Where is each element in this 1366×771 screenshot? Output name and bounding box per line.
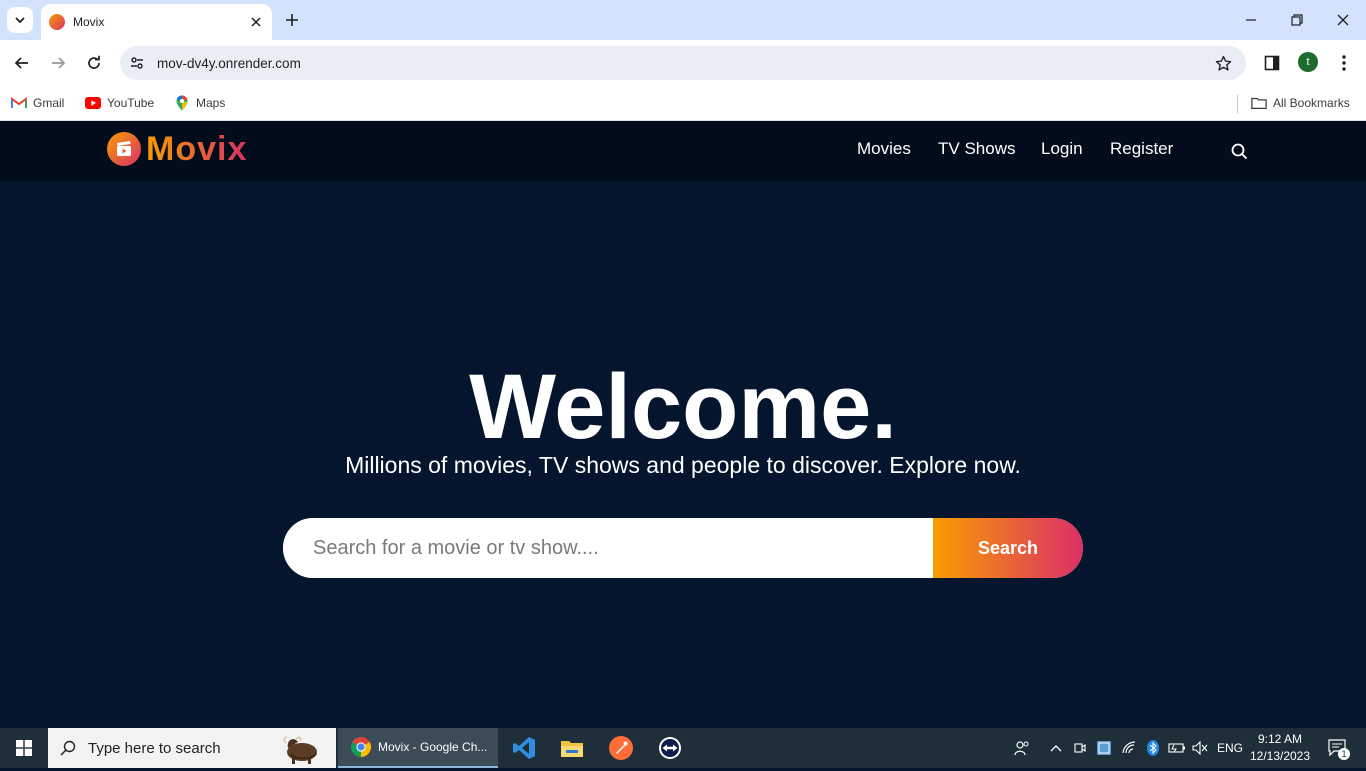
taskbar-chrome-label: Movix - Google Ch... bbox=[378, 740, 488, 754]
hero-search-button[interactable]: Search bbox=[933, 518, 1083, 578]
nav-login[interactable]: Login bbox=[1041, 139, 1083, 159]
bookmark-label: Gmail bbox=[33, 96, 65, 110]
site-info-icon[interactable] bbox=[126, 52, 148, 74]
windows-logo-icon bbox=[16, 740, 32, 756]
bookmark-label: Maps bbox=[196, 96, 226, 110]
chevron-down-icon bbox=[15, 17, 25, 24]
chrome-icon bbox=[350, 737, 372, 758]
browser-toolbar: mov-dv4y.onrender.com t bbox=[0, 40, 1366, 86]
bookmark-gmail[interactable]: Gmail bbox=[11, 92, 64, 114]
hero-search-input[interactable] bbox=[283, 518, 933, 578]
postman-icon bbox=[609, 736, 633, 760]
bluetooth-icon[interactable] bbox=[1143, 728, 1163, 768]
input-language[interactable]: ENG bbox=[1214, 728, 1246, 768]
show-hidden-icons-chevron-up-icon[interactable] bbox=[1046, 728, 1066, 768]
battery-icon[interactable] bbox=[1165, 728, 1189, 768]
wifi-icon[interactable] bbox=[1119, 728, 1141, 768]
minimize-icon bbox=[1246, 19, 1256, 21]
new-tab-button[interactable] bbox=[280, 8, 304, 32]
back-button[interactable] bbox=[6, 47, 38, 79]
side-panel-icon bbox=[1264, 55, 1280, 71]
plus-icon bbox=[286, 14, 298, 26]
taskbar-teamviewer[interactable] bbox=[649, 728, 691, 768]
clock-date: 12/13/2023 bbox=[1249, 749, 1311, 763]
tab-title: Movix bbox=[73, 15, 105, 29]
site-header: Movix Movies TV Shows Login Register bbox=[0, 121, 1366, 181]
search-icon bbox=[1231, 143, 1247, 159]
side-panel-button[interactable] bbox=[1256, 47, 1288, 79]
all-bookmarks-button[interactable]: All Bookmarks bbox=[1251, 92, 1350, 114]
movix-favicon-icon bbox=[49, 14, 65, 30]
taskbar-search-box[interactable]: Type here to search bbox=[48, 728, 336, 768]
kebab-menu-icon bbox=[1342, 55, 1346, 71]
browser-tab-strip: Movix bbox=[0, 0, 1366, 40]
volume-muted-icon[interactable] bbox=[1189, 728, 1211, 768]
header-search-button[interactable] bbox=[1228, 140, 1250, 162]
notification-count-badge: 1 bbox=[1338, 748, 1350, 760]
clock-time: 9:12 AM bbox=[1257, 732, 1303, 746]
browser-menu-button[interactable] bbox=[1328, 47, 1360, 79]
nav-tv-shows[interactable]: TV Shows bbox=[938, 139, 1015, 159]
teamviewer-icon bbox=[659, 737, 681, 759]
nav-movies[interactable]: Movies bbox=[857, 139, 911, 159]
restore-icon bbox=[1291, 14, 1303, 26]
tab-search-button[interactable] bbox=[7, 7, 33, 33]
all-bookmarks-label: All Bookmarks bbox=[1273, 96, 1350, 110]
hero-title: Welcome. bbox=[469, 356, 897, 458]
bookmarks-separator bbox=[1237, 95, 1238, 113]
bookmark-maps[interactable]: Maps bbox=[174, 92, 225, 114]
taskbar-clock[interactable]: 9:12 AM 12/13/2023 bbox=[1244, 731, 1316, 765]
arrow-left-icon bbox=[14, 57, 28, 69]
url-text[interactable]: mov-dv4y.onrender.com bbox=[157, 56, 1210, 71]
windows-taskbar: Type here to search Movix - Google Ch... bbox=[0, 728, 1366, 768]
profile-avatar[interactable]: t bbox=[1298, 52, 1318, 72]
hero-subtitle: Millions of movies, TV shows and people … bbox=[345, 452, 1021, 478]
close-icon bbox=[1337, 14, 1349, 26]
search-icon bbox=[48, 728, 88, 768]
taskbar-search-placeholder: Type here to search bbox=[88, 739, 221, 757]
notification-center-button[interactable]: 1 bbox=[1320, 728, 1356, 768]
forward-button[interactable] bbox=[42, 47, 74, 79]
bookmark-label: YouTube bbox=[107, 96, 155, 110]
vscode-icon bbox=[513, 737, 535, 759]
bookmark-star-button[interactable] bbox=[1210, 50, 1236, 76]
meet-now-icon[interactable] bbox=[1070, 728, 1090, 768]
taskbar-file-explorer[interactable] bbox=[551, 728, 593, 768]
browser-tab-movix[interactable]: Movix bbox=[41, 4, 272, 40]
logo-text: Movix bbox=[146, 130, 248, 168]
bookmarks-bar: Gmail YouTube Maps All Bookmarks bbox=[0, 86, 1366, 121]
movix-page: Movix Movies TV Shows Login Register Wel… bbox=[0, 121, 1366, 728]
nav-register[interactable]: Register bbox=[1110, 139, 1173, 159]
restore-button[interactable] bbox=[1274, 0, 1320, 40]
bookmark-youtube[interactable]: YouTube bbox=[85, 92, 154, 114]
start-button[interactable] bbox=[0, 728, 48, 768]
reload-button[interactable] bbox=[78, 47, 110, 79]
taskbar-postman[interactable] bbox=[600, 728, 642, 768]
taskbar-chrome-window[interactable]: Movix - Google Ch... bbox=[338, 728, 498, 768]
youtube-icon bbox=[85, 95, 101, 111]
yak-illustration-icon bbox=[280, 730, 322, 766]
tab-close-button[interactable] bbox=[246, 12, 266, 32]
folder-icon bbox=[561, 741, 583, 757]
reload-icon bbox=[88, 55, 100, 69]
gmail-icon bbox=[11, 95, 27, 111]
close-window-button[interactable] bbox=[1320, 0, 1366, 40]
folder-icon bbox=[1251, 95, 1267, 111]
minimize-button[interactable] bbox=[1228, 0, 1274, 40]
clapperboard-icon bbox=[107, 132, 141, 166]
close-icon bbox=[251, 17, 261, 27]
network-status-icon[interactable] bbox=[1094, 728, 1114, 768]
star-icon bbox=[1215, 55, 1231, 71]
arrow-right-icon bbox=[52, 57, 66, 69]
movix-logo[interactable]: Movix bbox=[107, 132, 247, 166]
hero-search-bar: Search bbox=[283, 518, 1083, 578]
people-icon[interactable] bbox=[1010, 728, 1034, 768]
maps-icon bbox=[174, 95, 190, 111]
taskbar-vscode[interactable] bbox=[503, 728, 545, 768]
address-bar[interactable]: mov-dv4y.onrender.com bbox=[120, 46, 1246, 80]
